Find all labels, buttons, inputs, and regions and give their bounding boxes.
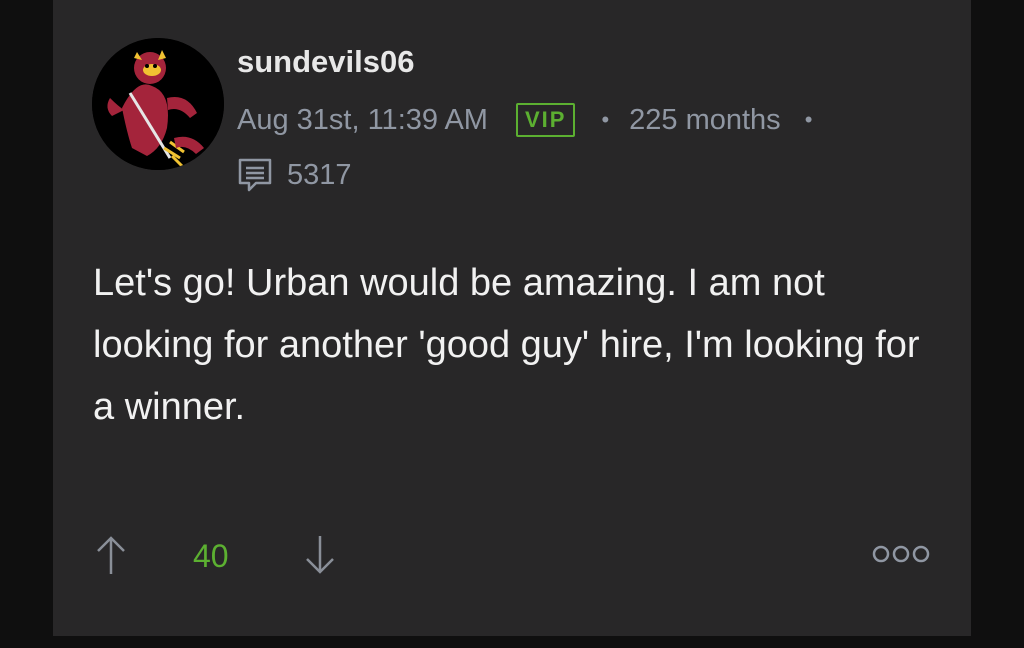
username[interactable]: sundevils06 [237, 44, 414, 80]
post-count-value: 5317 [287, 158, 352, 191]
arrow-down-icon [306, 536, 334, 574]
post-meta: Aug 31st, 11:39 AM VIP • 225 months • [237, 100, 812, 140]
vote-score: 40 [193, 538, 229, 574]
post-body: Let's go! Urban would be amazing. I am n… [93, 262, 920, 428]
more-options-button[interactable] [872, 543, 930, 570]
more-options-icon [872, 545, 930, 563]
arrow-up-icon [97, 536, 125, 574]
upvote-button[interactable] [94, 534, 128, 581]
member-tenure: 225 months [629, 103, 781, 136]
post-timestamp: Aug 31st, 11:39 AM [237, 103, 488, 136]
downvote-button[interactable] [303, 534, 337, 581]
vip-badge: VIP [515, 103, 576, 137]
post-count: 5317 [237, 157, 352, 193]
meta-separator: • [804, 107, 813, 132]
message-icon [238, 158, 272, 192]
avatar[interactable] [92, 38, 224, 170]
sun-devil-mascot-icon [92, 38, 224, 170]
meta-separator: • [601, 107, 610, 132]
